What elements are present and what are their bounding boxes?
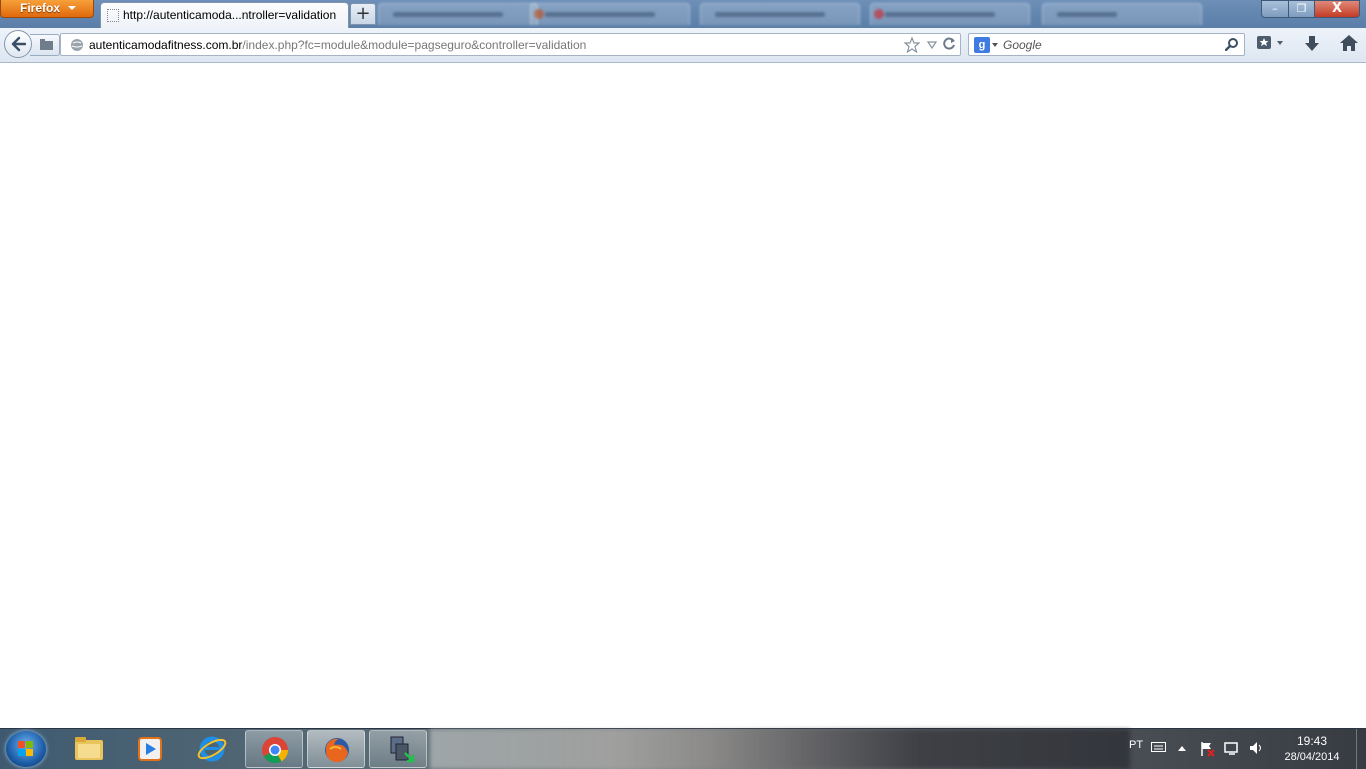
tab-active[interactable]: http://autenticamoda...ntroller=validati… [100,2,349,28]
system-clock[interactable]: 19:43 28/04/2014 [1272,733,1352,765]
bookmarks-icon[interactable] [1256,35,1286,51]
folder-icon [75,737,103,760]
url-text[interactable]: autenticamodafitness.com.br/index.php?fc… [89,38,586,52]
chevron-down-icon[interactable] [992,43,998,47]
home-icon[interactable] [1339,34,1359,52]
tab-background[interactable] [870,3,1030,25]
keyboard-icon[interactable] [1151,741,1167,753]
address-bar[interactable]: autenticamodafitness.com.br/index.php?fc… [60,33,961,56]
title-bar: Firefox http://autenticamoda...ntroller=… [0,0,1366,28]
internet-explorer-icon [197,736,227,762]
tab-background[interactable] [1042,3,1202,25]
tab-group-icon [40,39,53,50]
close-window-button[interactable]: X [1314,0,1360,18]
download-arrow-icon[interactable] [1303,35,1321,53]
back-button[interactable] [4,30,32,58]
chevron-down-icon [68,6,76,10]
tab-background[interactable] [700,3,860,25]
show-hidden-icons-icon[interactable] [1177,744,1187,752]
firefox-menu-label: Firefox [20,1,61,15]
internet-explorer-taskbar-button[interactable] [183,730,241,768]
action-center-flag-icon[interactable] [1199,741,1215,757]
media-player-taskbar-button[interactable] [121,730,179,768]
back-arrow-icon [11,36,26,52]
file-explorer-taskbar-button[interactable] [60,730,118,768]
volume-icon[interactable] [1249,741,1265,755]
google-engine-icon[interactable]: g [974,37,990,53]
magnifier-icon[interactable] [1225,37,1239,51]
wallpaper-background [430,729,1130,769]
forward-button[interactable] [30,34,60,56]
firefox-menu-button[interactable]: Firefox [0,0,94,18]
chrome-taskbar-button[interactable] [245,730,303,768]
maximize-button[interactable]: ❐ [1288,0,1315,18]
network-icon[interactable] [1224,741,1240,755]
minimize-button[interactable]: – [1261,0,1289,18]
windows-taskbar: PT 19:43 28/04/2014 [0,728,1366,769]
show-desktop-button[interactable] [1356,729,1366,769]
reload-icon[interactable] [942,37,956,51]
tab-background[interactable] [530,3,690,25]
start-button[interactable] [6,731,46,767]
search-input[interactable] [1003,36,1213,53]
clock-date: 28/04/2014 [1284,751,1340,763]
clock-time: 19:43 [1296,734,1328,748]
chrome-icon [262,737,289,764]
media-player-icon [138,737,162,761]
new-tab-button[interactable]: + [350,3,376,25]
url-path: /index.php?fc=module&module=pagseguro&co… [242,38,587,52]
tab-background[interactable] [378,3,538,25]
blank-page-icon [107,9,119,22]
windows-logo-icon [18,741,33,756]
navigation-toolbar: autenticamodafitness.com.br/index.php?fc… [0,28,1366,63]
history-dropdown-icon[interactable] [927,41,937,49]
network-transfer-icon [390,736,415,763]
search-bar[interactable]: g [968,33,1245,56]
firefox-icon [325,738,349,763]
globe-icon[interactable] [70,38,84,52]
network-app-taskbar-button[interactable] [369,730,427,768]
star-icon[interactable] [904,37,920,53]
language-indicator[interactable]: PT [1129,739,1143,751]
page-content-blank [0,63,1366,728]
url-domain: autenticamodafitness.com.br [89,38,243,52]
firefox-taskbar-button[interactable] [307,730,365,768]
tab-title: http://autenticamoda...ntroller=validati… [123,8,337,22]
